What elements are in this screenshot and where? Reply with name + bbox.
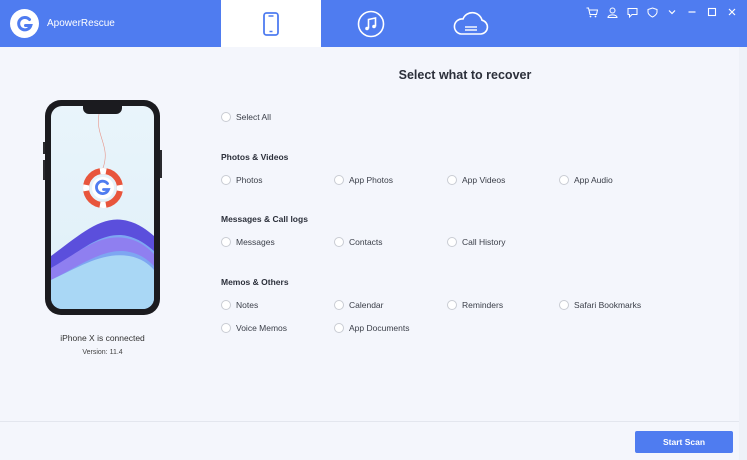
tab-icloud[interactable] <box>421 0 521 47</box>
option-voice-memos[interactable]: Voice Memos <box>221 323 287 333</box>
section-title-photos-videos: Photos & Videos <box>221 152 289 162</box>
option-label: App Photos <box>349 175 393 185</box>
option-label: Select All <box>236 112 271 122</box>
page-title: Select what to recover <box>398 68 532 82</box>
radio-button[interactable] <box>334 323 344 333</box>
option-label: App Documents <box>349 323 410 333</box>
scrollbar-track[interactable] <box>739 47 747 460</box>
radio-button[interactable] <box>221 300 231 310</box>
footer-divider <box>0 421 747 422</box>
phone-screen <box>51 106 154 309</box>
option-label: Photos <box>236 175 263 185</box>
option-contacts[interactable]: Contacts <box>334 237 383 247</box>
radio-button[interactable] <box>559 175 569 185</box>
title-bar: ApowerRescue <box>0 0 747 47</box>
radio-button[interactable] <box>221 112 231 122</box>
chevron-down-icon[interactable] <box>665 5 679 19</box>
device-version: Version: 11.4 <box>82 349 123 356</box>
option-safari-bookmarks[interactable]: Safari Bookmarks <box>559 300 641 310</box>
option-app-videos[interactable]: App Videos <box>447 175 505 185</box>
tab-device[interactable] <box>221 0 321 47</box>
section-title-messages-call-logs: Messages & Call logs <box>221 214 308 224</box>
option-app-documents[interactable]: App Documents <box>334 323 409 333</box>
option-label: Reminders <box>462 300 504 310</box>
radio-button[interactable] <box>559 300 569 310</box>
option-label: Voice Memos <box>236 323 288 333</box>
radio-button[interactable] <box>334 300 344 310</box>
option-photos[interactable]: Photos <box>221 175 262 185</box>
maximize-icon[interactable] <box>705 5 719 19</box>
option-label: Calendar <box>349 300 384 310</box>
close-icon[interactable] <box>725 5 739 19</box>
option-messages[interactable]: Messages <box>221 237 275 247</box>
window-controls <box>585 5 739 19</box>
phone-illustration <box>43 100 162 315</box>
radio-button[interactable] <box>447 237 457 247</box>
option-notes[interactable]: Notes <box>221 300 258 310</box>
radio-button[interactable] <box>334 237 344 247</box>
option-label: Notes <box>236 300 259 310</box>
start-scan-button[interactable]: Start Scan <box>635 431 733 453</box>
radio-button[interactable] <box>447 175 457 185</box>
app-logo-icon <box>10 9 39 38</box>
shield-icon[interactable] <box>645 5 659 19</box>
select-all-option[interactable]: Select All <box>221 112 271 122</box>
feedback-icon[interactable] <box>625 5 639 19</box>
option-label: Call History <box>462 237 506 247</box>
tab-itunes[interactable] <box>321 0 421 47</box>
app-name: ApowerRescue <box>47 18 115 29</box>
brand: ApowerRescue <box>10 9 115 38</box>
option-label: Contacts <box>349 237 383 247</box>
option-app-photos[interactable]: App Photos <box>334 175 393 185</box>
option-label: Messages <box>236 237 275 247</box>
apowerrescue-lifebuoy-icon <box>83 168 123 208</box>
option-calendar[interactable]: Calendar <box>334 300 384 310</box>
option-reminders[interactable]: Reminders <box>447 300 503 310</box>
radio-button[interactable] <box>221 323 231 333</box>
device-status: iPhone X is connected <box>60 333 145 343</box>
radio-button[interactable] <box>221 237 231 247</box>
option-label: App Videos <box>462 175 506 185</box>
cloud-icon <box>453 11 489 35</box>
music-icon <box>357 10 385 37</box>
option-label: App Audio <box>574 175 613 185</box>
option-label: Safari Bookmarks <box>574 300 642 310</box>
phone-side-button <box>43 142 45 154</box>
phone-side-button <box>160 150 162 178</box>
user-icon[interactable] <box>605 5 619 19</box>
radio-button[interactable] <box>334 175 344 185</box>
option-app-audio[interactable]: App Audio <box>559 175 613 185</box>
minimize-icon[interactable] <box>685 5 699 19</box>
phone-icon <box>263 11 279 36</box>
phone-side-button <box>43 160 45 180</box>
radio-button[interactable] <box>447 300 457 310</box>
section-title-memos-others: Memos & Others <box>221 277 289 287</box>
option-call-history[interactable]: Call History <box>447 237 505 247</box>
radio-button[interactable] <box>221 175 231 185</box>
cart-icon[interactable] <box>585 5 599 19</box>
